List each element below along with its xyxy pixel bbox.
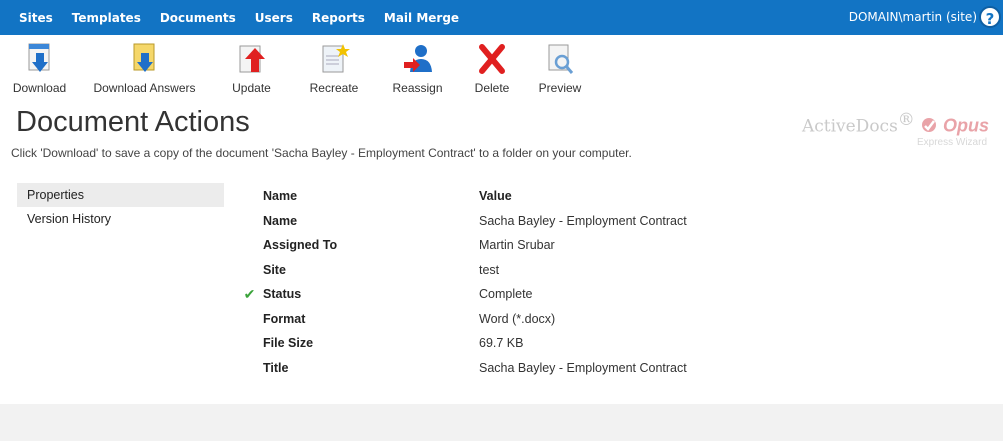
nav-sites[interactable]: Sites <box>19 11 53 25</box>
delete-button[interactable]: Delete <box>460 35 524 97</box>
header-value: Value <box>479 189 512 204</box>
update-icon <box>239 45 265 73</box>
footer-bar <box>0 404 1003 441</box>
download-answers-label: Download Answers <box>93 81 196 95</box>
row-value: Martin Srubar <box>479 238 555 253</box>
top-navigation: Sites Templates Documents Users Reports … <box>0 0 1003 35</box>
delete-label: Delete <box>474 81 510 95</box>
row-label: Format <box>263 311 306 326</box>
table-header: Name Value <box>236 184 687 209</box>
download-label: Download <box>12 81 67 95</box>
row-value: Sacha Bayley - Employment Contract <box>479 213 687 228</box>
row-label: Title <box>263 360 289 375</box>
nav-templates[interactable]: Templates <box>72 11 141 25</box>
logo-trademark: ® <box>897 110 915 130</box>
row-value: Word (*.docx) <box>479 311 556 326</box>
delete-icon <box>479 44 505 74</box>
row-label: Site <box>263 262 286 277</box>
preview-label: Preview <box>538 81 582 95</box>
recreate-label: Recreate <box>309 81 359 95</box>
download-answers-icon <box>133 43 154 72</box>
table-row: Site test <box>236 258 687 283</box>
row-label: Name <box>263 213 298 228</box>
nav-users[interactable]: Users <box>255 11 293 25</box>
side-item-version-history[interactable]: Version History <box>17 207 224 231</box>
reassign-icon <box>403 45 432 72</box>
logo-opus: Opus <box>942 115 989 136</box>
download-button[interactable]: Download <box>0 35 79 97</box>
row-label: Assigned To <box>263 238 338 253</box>
logo-brand: ActiveDocs <box>801 116 898 137</box>
table-row: ✔ Status Complete <box>236 282 687 307</box>
check-icon: ✔ <box>243 285 256 302</box>
row-label: Status <box>263 287 302 302</box>
help-icon[interactable]: ? <box>979 6 1001 28</box>
update-button[interactable]: Update <box>210 35 293 97</box>
logo-subtitle: Express Wizard <box>916 137 987 149</box>
download-answers-button[interactable]: Download Answers <box>79 35 210 97</box>
activedocs-logo: ActiveDocs® Opus Express Wizard <box>769 110 989 148</box>
nav-documents[interactable]: Documents <box>160 11 236 25</box>
table-row: Format Word (*.docx) <box>236 307 687 332</box>
download-icon <box>28 43 49 72</box>
reassign-label: Reassign <box>392 81 443 95</box>
row-value: Complete <box>479 287 533 302</box>
table-row: Assigned To Martin Srubar <box>236 233 687 258</box>
page-title: Document Actions <box>16 106 250 138</box>
nav-reports[interactable]: Reports <box>312 11 365 25</box>
row-label: File Size <box>263 336 314 351</box>
action-toolbar: Download Download Answers Update Recreat… <box>0 35 1003 97</box>
side-item-properties[interactable]: Properties <box>17 183 224 207</box>
row-value: 69.7 KB <box>479 336 524 351</box>
update-label: Update <box>232 81 271 95</box>
row-value: test <box>479 262 500 277</box>
recreate-button[interactable]: Recreate <box>293 35 375 97</box>
page-instructions: Click 'Download' to save a copy of the d… <box>11 146 632 160</box>
recreate-icon <box>322 44 350 73</box>
nav-mail-merge[interactable]: Mail Merge <box>384 11 459 25</box>
preview-button[interactable]: Preview <box>524 35 596 97</box>
properties-table: Name Value Name Sacha Bayley - Employmen… <box>236 184 687 380</box>
side-menu: Properties Version History <box>17 183 224 231</box>
table-row: File Size 69.7 KB <box>236 331 687 356</box>
header-name: Name <box>263 189 298 204</box>
table-row: Name Sacha Bayley - Employment Contract <box>236 209 687 234</box>
reassign-button[interactable]: Reassign <box>375 35 460 97</box>
current-user[interactable]: DOMAIN\martin (site) <box>849 10 977 24</box>
preview-icon <box>548 44 574 74</box>
table-row: Title Sacha Bayley - Employment Contract <box>236 356 687 381</box>
opus-swirl-icon <box>921 118 936 133</box>
row-value: Sacha Bayley - Employment Contract <box>479 360 687 375</box>
